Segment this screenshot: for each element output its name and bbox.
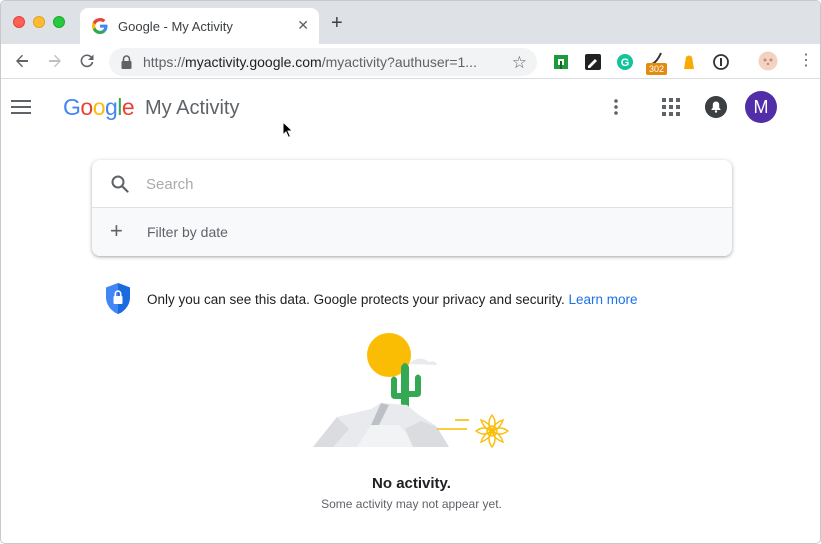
apps-grid-icon[interactable] bbox=[662, 98, 680, 116]
close-window-button[interactable] bbox=[13, 16, 25, 28]
url-host: myactivity.google.com bbox=[185, 54, 322, 70]
pen-extension-icon[interactable] bbox=[584, 53, 602, 71]
privacy-message: Only you can see this data. Google prote… bbox=[147, 292, 565, 307]
menu-icon[interactable] bbox=[11, 100, 31, 114]
browser-menu-icon[interactable]: ⋮ bbox=[798, 52, 814, 70]
address-bar[interactable]: https://myactivity.google.com/myactivity… bbox=[109, 48, 537, 76]
tumbleweed-icon bbox=[474, 413, 510, 449]
mouse-cursor-icon bbox=[282, 121, 294, 139]
lock-icon bbox=[121, 55, 132, 69]
tab-strip: Google - My Activity ✕ + bbox=[1, 1, 820, 44]
tab-title: Google - My Activity bbox=[118, 18, 233, 34]
window-controls bbox=[13, 16, 65, 28]
url-prefix: https:// bbox=[143, 54, 186, 70]
reload-icon[interactable] bbox=[78, 52, 96, 70]
extension-badge: 302 bbox=[646, 63, 668, 75]
account-avatar[interactable]: M bbox=[745, 91, 777, 123]
back-arrow-icon[interactable] bbox=[13, 52, 31, 70]
learn-more-link[interactable]: Learn more bbox=[568, 292, 637, 307]
empty-desert-illustration bbox=[313, 333, 510, 449]
minimize-window-button[interactable] bbox=[33, 16, 45, 28]
google-logo[interactable]: Google bbox=[63, 94, 135, 121]
notifications-icon[interactable] bbox=[705, 96, 727, 118]
privacy-text: Only you can see this data. Google prote… bbox=[147, 292, 638, 307]
info-extension-icon[interactable] bbox=[712, 53, 730, 71]
forward-arrow-icon[interactable] bbox=[46, 52, 64, 70]
url-path: /myactivity?authuser=1... bbox=[321, 54, 477, 70]
tab-active[interactable]: Google - My Activity ✕ bbox=[80, 8, 319, 44]
plus-icon: + bbox=[110, 218, 123, 243]
google-favicon-icon bbox=[92, 18, 108, 34]
star-icon[interactable]: ☆ bbox=[512, 53, 527, 73]
grammarly-icon[interactable]: G bbox=[616, 53, 634, 71]
logo-letter: e bbox=[121, 94, 135, 120]
product-title: My Activity bbox=[145, 97, 240, 119]
search-row bbox=[92, 160, 732, 208]
profile-avatar-icon[interactable] bbox=[758, 51, 778, 71]
zoom-window-button[interactable] bbox=[53, 16, 65, 28]
search-card: + Filter by date bbox=[92, 160, 732, 256]
browser-window: Google - My Activity ✕ + https://myactiv… bbox=[0, 0, 821, 544]
shield-lock-icon bbox=[106, 283, 130, 314]
search-input[interactable] bbox=[146, 172, 706, 196]
browser-toolbar: https://myactivity.google.com/myactivity… bbox=[1, 44, 820, 79]
logo-letter: o bbox=[92, 94, 106, 120]
logo-letter: G bbox=[63, 94, 81, 120]
filter-by-date-label: Filter by date bbox=[147, 224, 228, 240]
filter-by-date-button[interactable]: + Filter by date bbox=[92, 208, 732, 256]
logo-letter: g bbox=[104, 94, 118, 120]
url-text: https://myactivity.google.com/myactivity… bbox=[143, 54, 477, 70]
privacy-notice: Only you can see this data. Google prote… bbox=[105, 282, 705, 316]
new-tab-button[interactable]: + bbox=[331, 13, 343, 33]
empty-state-title: No activity. bbox=[372, 475, 451, 492]
logo-letter: o bbox=[80, 94, 93, 120]
more-vert-icon[interactable] bbox=[609, 97, 623, 117]
app-header: Google My Activity M bbox=[1, 80, 820, 136]
green-extension-icon[interactable] bbox=[552, 53, 570, 71]
empty-state-subtitle: Some activity may not appear yet. bbox=[321, 497, 502, 511]
yellow-extension-icon[interactable] bbox=[680, 53, 698, 71]
search-icon[interactable] bbox=[110, 174, 130, 194]
svg-text:G: G bbox=[621, 57, 630, 69]
tab-close-icon[interactable]: ✕ bbox=[297, 17, 309, 34]
